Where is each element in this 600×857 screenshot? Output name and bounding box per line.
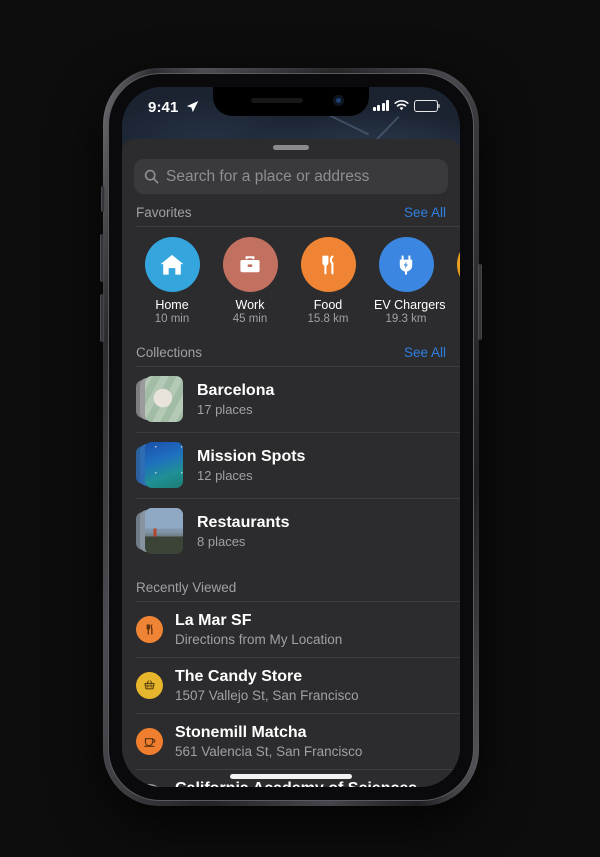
location-arrow-icon: [186, 101, 199, 113]
recent-title: La Mar SF: [175, 612, 252, 629]
favorite-label: Grocery: [452, 298, 460, 312]
recently-viewed-title: Recently Viewed: [136, 580, 237, 595]
collection-row-barcelona[interactable]: Barcelona 17 places: [122, 367, 460, 432]
collections-title: Collections: [136, 345, 203, 360]
collection-thumbnail: [136, 442, 183, 489]
star-icon: [136, 784, 163, 787]
wifi-icon: [394, 100, 409, 111]
status-indicators: [372, 100, 440, 112]
recent-row-la-mar-sf[interactable]: La Mar SF Directions from My Location: [122, 602, 460, 657]
cart-icon: [456, 237, 460, 292]
favorite-item-grocery[interactable]: Grocery 20.9 km: [452, 237, 460, 325]
recent-title: The Candy Store: [175, 668, 303, 685]
collection-title: Mission Spots: [197, 448, 306, 465]
places-sheet: Search for a place or address Favorites …: [122, 139, 460, 787]
battery-icon: [414, 100, 440, 112]
favorite-item-work[interactable]: Work 45 min: [218, 237, 282, 325]
power-button[interactable]: [478, 264, 482, 340]
cup-icon: [136, 728, 163, 755]
recent-subtitle: 561 Valencia St, San Francisco: [175, 744, 363, 759]
favorite-item-home[interactable]: Home 10 min: [140, 237, 204, 325]
ev-plug-icon: [378, 237, 434, 292]
food-plate-photo: [145, 376, 183, 422]
front-camera-icon: [334, 96, 343, 105]
favorite-item-ev-chargers[interactable]: EV Chargers 19.3 km: [374, 237, 446, 325]
favorite-label: Home: [155, 298, 189, 312]
collection-subtitle: 8 places: [197, 534, 246, 549]
volume-up-button[interactable]: [100, 234, 104, 282]
phone-screen: 9:41 Search for a place or address Favor…: [122, 87, 460, 787]
favorites-header: Favorites See All: [122, 194, 460, 226]
collection-thumbnail: [136, 376, 183, 423]
favorite-label: Food: [313, 298, 343, 312]
favorite-sub: 15.8 km: [307, 313, 349, 325]
golden-gate-bridge-photo: [145, 508, 183, 554]
recently-viewed-header: Recently Viewed: [122, 564, 460, 601]
search-placeholder: Search for a place or address: [166, 167, 370, 185]
collection-row-mission-spots[interactable]: Mission Spots 12 places: [122, 433, 460, 498]
cutlery-icon: [300, 237, 356, 292]
collection-subtitle: 12 places: [197, 468, 253, 483]
status-time: 9:41: [148, 99, 179, 116]
favorite-item-food[interactable]: Food 15.8 km: [296, 237, 360, 325]
recent-title: California Academy of Sciences: [175, 780, 417, 787]
collections-header: Collections See All: [122, 334, 460, 366]
favorite-sub: 10 min: [154, 313, 190, 325]
phone-frame: 9:41 Search for a place or address Favor…: [100, 68, 482, 806]
search-icon: [144, 169, 159, 184]
recent-row-stonemill-matcha[interactable]: Stonemill Matcha 561 Valencia St, San Fr…: [122, 714, 460, 769]
collection-row-restaurants[interactable]: Restaurants 8 places: [122, 499, 460, 564]
favorite-sub: 19.3 km: [385, 313, 427, 325]
favorite-sub: 20.9 km: [452, 313, 460, 325]
briefcase-icon: [222, 237, 278, 292]
home-icon: [144, 237, 200, 292]
recent-title: Stonemill Matcha: [175, 724, 307, 741]
basket-icon: [136, 672, 163, 699]
favorites-title: Favorites: [136, 205, 192, 220]
favorites-see-all-button[interactable]: See All: [404, 205, 446, 220]
signal-bars-icon: [372, 100, 389, 112]
favorite-label: EV Chargers: [374, 298, 446, 312]
sheet-grabber-handle[interactable]: [273, 145, 309, 150]
recent-row-the-candy-store[interactable]: The Candy Store 1507 Vallejo St, San Fra…: [122, 658, 460, 713]
collection-title: Restaurants: [197, 514, 290, 531]
favorite-label: Work: [235, 298, 265, 312]
recent-subtitle: Directions from My Location: [175, 632, 343, 647]
blue-teal-gradient-photo: [145, 442, 183, 488]
collections-see-all-button[interactable]: See All: [404, 345, 446, 360]
search-input[interactable]: Search for a place or address: [134, 159, 448, 194]
volume-down-button[interactable]: [100, 294, 104, 342]
collection-title: Barcelona: [197, 382, 275, 399]
home-indicator[interactable]: [230, 774, 352, 779]
device-notch: [213, 87, 369, 116]
earpiece-speaker-icon: [251, 98, 303, 103]
collection-thumbnail: [136, 508, 183, 555]
cutlery-icon: [136, 616, 163, 643]
favorite-sub: 45 min: [232, 313, 268, 325]
recent-subtitle: 1507 Vallejo St, San Francisco: [175, 688, 359, 703]
silence-switch-button[interactable]: [101, 186, 105, 212]
collection-subtitle: 17 places: [197, 402, 253, 417]
favorites-list[interactable]: Home 10 min Work 45 min Food 15.8 km EV …: [122, 227, 460, 334]
